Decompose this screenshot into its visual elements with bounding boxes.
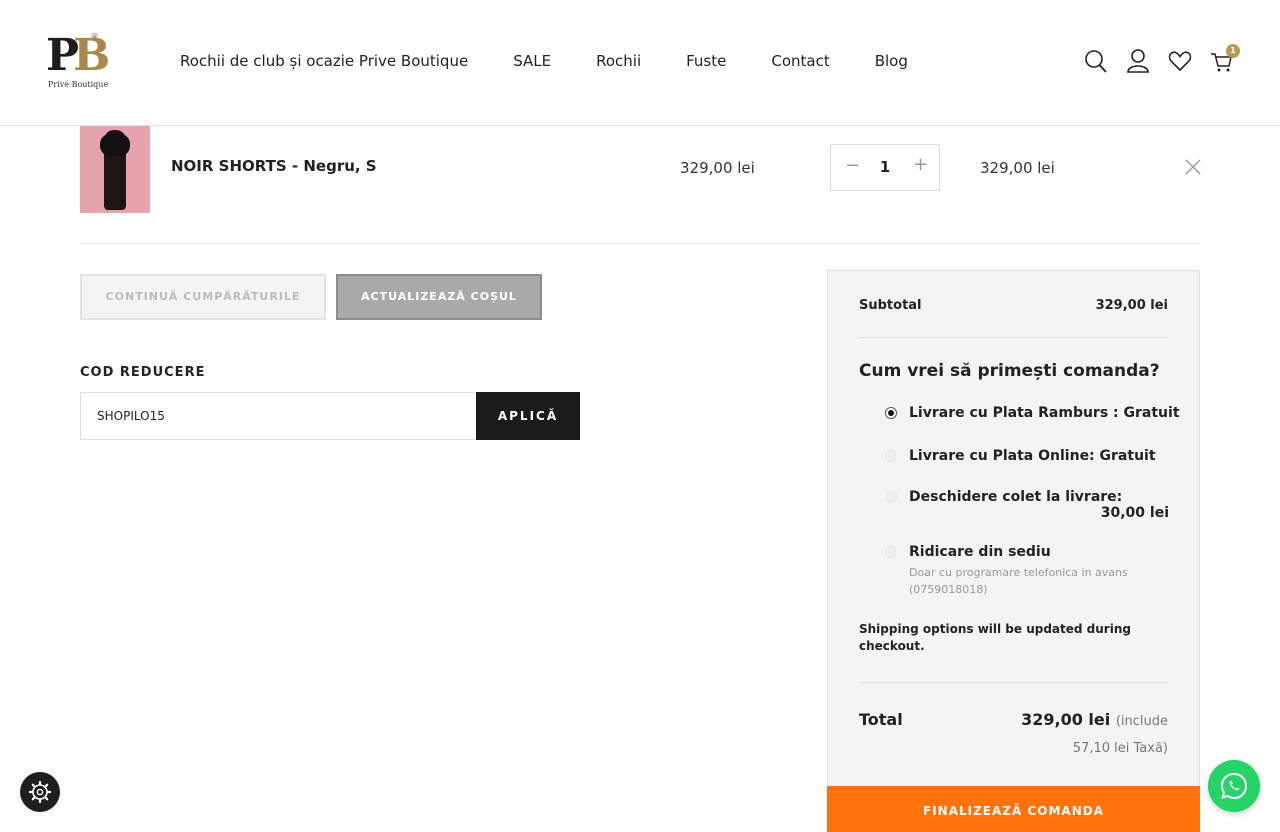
user-icon[interactable] (1126, 48, 1150, 74)
shipping-option-label: Livrare cu Plata Online: Gratuit (909, 448, 1156, 464)
shipping-option-label: Deschidere colet la livrare: (909, 489, 1123, 505)
product-thumbnail[interactable] (80, 126, 150, 213)
total-value: 329,00 lei (1021, 710, 1111, 729)
nav-item-blog[interactable]: Blog (875, 52, 908, 70)
whatsapp-icon (1220, 772, 1248, 800)
gear-icon (29, 781, 51, 803)
site-logo[interactable]: PB ♛ Privé Boutique (46, 32, 110, 92)
quantity-stepper: − 1 + (830, 144, 940, 191)
total-label: Total (859, 710, 903, 729)
item-subtotal: 329,00 lei (980, 159, 1055, 177)
shipping-option-price: 30,00 lei (1100, 505, 1169, 521)
radio-unselected[interactable] (885, 450, 897, 462)
quantity-increase-button[interactable]: + (913, 154, 928, 175)
shipping-option-label: Livrare cu Plata Ramburs : Gratuit (909, 405, 1180, 421)
product-price: 329,00 lei (680, 159, 755, 177)
nav-item-rochii[interactable]: Rochii (596, 52, 641, 70)
crown-icon: ♛ (90, 32, 99, 43)
heart-icon[interactable] (1168, 48, 1192, 74)
radio-unselected[interactable] (885, 546, 897, 558)
close-icon[interactable] (1184, 158, 1202, 176)
cart-icon[interactable]: 1 (1210, 44, 1240, 74)
update-cart-button[interactable]: ACTUALIZEAZĂ COȘUL (336, 274, 542, 320)
shipping-option-note: Doar cu programare telefonica in avans (… (909, 566, 1128, 596)
quantity-value[interactable]: 1 (877, 158, 893, 176)
search-icon[interactable] (1084, 48, 1108, 74)
cart-count-badge: 1 (1226, 44, 1240, 58)
radio-unselected[interactable] (885, 491, 897, 503)
total-tax: 57,10 lei Taxă) (1072, 741, 1168, 756)
logo-subtitle: Privé Boutique (48, 80, 109, 89)
checkout-button[interactable]: FINALIZEAZĂ COMANDA (827, 786, 1200, 832)
shipping-title: Cum vrei să primești comanda? (859, 361, 1160, 381)
nav-item-sale[interactable]: SALE (513, 52, 551, 70)
nav-item-contact[interactable]: Contact (771, 52, 829, 70)
total-value-block: 329,00 lei (include (1021, 710, 1168, 729)
divider (859, 337, 1168, 338)
main-nav: Rochii de club și ocazie Prive Boutique … (180, 52, 953, 70)
nav-item-rochii-de-club[interactable]: Rochii de club și ocazie Prive Boutique (180, 52, 468, 70)
coupon-title: COD REDUCERE (80, 365, 206, 380)
subtotal-label: Subtotal (859, 298, 922, 313)
shipping-option-label: Ridicare din sediu (909, 544, 1051, 560)
header-icons: 1 (1084, 44, 1240, 74)
apply-coupon-button[interactable]: APLICĂ (476, 392, 580, 440)
shipping-note: Shipping options will be updated during … (859, 622, 1131, 653)
continue-shopping-button[interactable]: CONTINUĂ CUMPĂRĂTURILE (80, 274, 326, 320)
divider (859, 682, 1168, 683)
cart-totals: Subtotal 329,00 lei Cum vrei să primești… (827, 270, 1200, 832)
cart-item-row: NOIR SHORTS - Negru, S 329,00 lei − 1 + … (80, 126, 1202, 244)
quantity-decrease-button[interactable]: − (845, 155, 860, 176)
logo-mark: PB (46, 30, 110, 81)
site-header: PB ♛ Privé Boutique Rochii de club și oc… (0, 0, 1280, 126)
total-include-text: (include (1115, 714, 1168, 729)
nav-item-fuste[interactable]: Fuste (686, 52, 726, 70)
coupon-input[interactable] (80, 392, 477, 440)
settings-button[interactable] (20, 772, 60, 812)
radio-selected[interactable] (885, 407, 897, 419)
product-name[interactable]: NOIR SHORTS - Negru, S (171, 157, 377, 175)
thumbnail-top (100, 134, 130, 156)
whatsapp-button[interactable] (1208, 760, 1260, 812)
subtotal-value: 329,00 lei (1095, 298, 1168, 313)
